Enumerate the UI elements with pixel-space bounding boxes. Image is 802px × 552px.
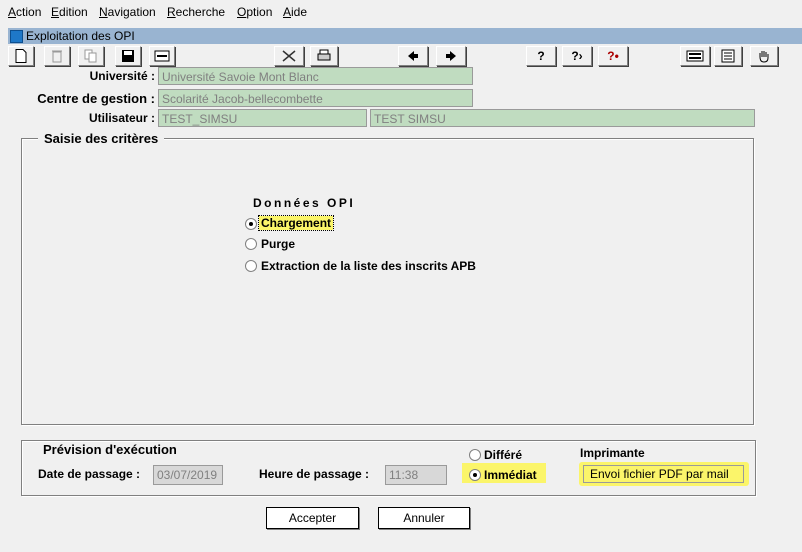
menu-navigation[interactable]: Navigation bbox=[99, 5, 156, 19]
print-icon[interactable] bbox=[310, 46, 338, 66]
delete-icon[interactable] bbox=[44, 46, 70, 66]
purge-label[interactable]: Purge bbox=[261, 237, 295, 251]
chargement-label[interactable]: Chargement bbox=[257, 215, 335, 231]
arrow-right-icon[interactable] bbox=[436, 46, 466, 66]
universite-label: Université : bbox=[89, 69, 155, 83]
heure-field[interactable]: 11:38 bbox=[385, 465, 447, 485]
accepter-button[interactable]: Accepter bbox=[266, 507, 359, 529]
save-icon[interactable] bbox=[115, 46, 141, 66]
menu-option[interactable]: Option bbox=[237, 5, 272, 19]
heure-label: Heure de passage : bbox=[259, 467, 370, 481]
help-context-icon[interactable]: ?› bbox=[562, 46, 592, 66]
list-icon[interactable] bbox=[714, 46, 742, 66]
universite-field[interactable]: Université Savoie Mont Blanc bbox=[158, 67, 473, 85]
extraction-label[interactable]: Extraction de la liste des inscrits APB bbox=[261, 259, 476, 273]
cut-icon[interactable] bbox=[274, 46, 304, 66]
extraction-radio[interactable] bbox=[245, 260, 257, 272]
criteria-group bbox=[21, 138, 754, 425]
utilisateur-code-field[interactable]: TEST_SIMSU bbox=[158, 109, 367, 127]
arrow-left-icon[interactable] bbox=[398, 46, 428, 66]
menu-recherche[interactable]: Recherche bbox=[167, 5, 225, 19]
window-title: Exploitation des OPI bbox=[26, 29, 135, 43]
centre-label: Centre de gestion : bbox=[37, 91, 155, 106]
chargement-radio[interactable] bbox=[245, 218, 257, 230]
menu-action[interactable]: Action bbox=[8, 5, 41, 19]
menu-aide[interactable]: Aide bbox=[283, 5, 307, 19]
minus-icon[interactable] bbox=[149, 46, 175, 66]
utilisateur-label: Utilisateur : bbox=[88, 111, 155, 125]
hand-icon[interactable] bbox=[750, 46, 778, 66]
differe-radio[interactable] bbox=[469, 449, 481, 461]
menu-bar: Action Edition Navigation Recherche Opti… bbox=[0, 0, 802, 24]
keyboard-icon[interactable] bbox=[680, 46, 710, 66]
execution-title: Prévision d'exécution bbox=[37, 442, 183, 457]
donnees-opi-heading: Données OPI bbox=[253, 196, 356, 210]
menu-edition[interactable]: Edition bbox=[51, 5, 88, 19]
printer-label: Imprimante bbox=[580, 446, 645, 460]
help-icon[interactable]: ? bbox=[526, 46, 556, 66]
centre-field[interactable]: Scolarité Jacob-bellecombette bbox=[158, 89, 473, 107]
app-icon bbox=[10, 30, 23, 43]
utilisateur-name-field[interactable]: TEST SIMSU bbox=[370, 109, 755, 127]
immediat-label[interactable]: Immédiat bbox=[484, 468, 537, 482]
printer-field[interactable]: Envoi fichier PDF par mail bbox=[583, 465, 744, 483]
date-label: Date de passage : bbox=[38, 467, 141, 481]
annuler-button[interactable]: Annuler bbox=[378, 507, 470, 529]
help-alert-icon[interactable]: ?• bbox=[598, 46, 628, 66]
window-title-bar: Exploitation des OPI bbox=[8, 28, 802, 44]
differe-label[interactable]: Différé bbox=[484, 448, 522, 462]
purge-radio[interactable] bbox=[245, 238, 257, 250]
immediat-radio[interactable] bbox=[469, 469, 481, 481]
date-field[interactable]: 03/07/2019 bbox=[153, 465, 223, 485]
copy-icon[interactable] bbox=[78, 46, 104, 66]
criteria-title: Saisie des critères bbox=[38, 131, 165, 146]
new-document-icon[interactable] bbox=[8, 46, 34, 66]
